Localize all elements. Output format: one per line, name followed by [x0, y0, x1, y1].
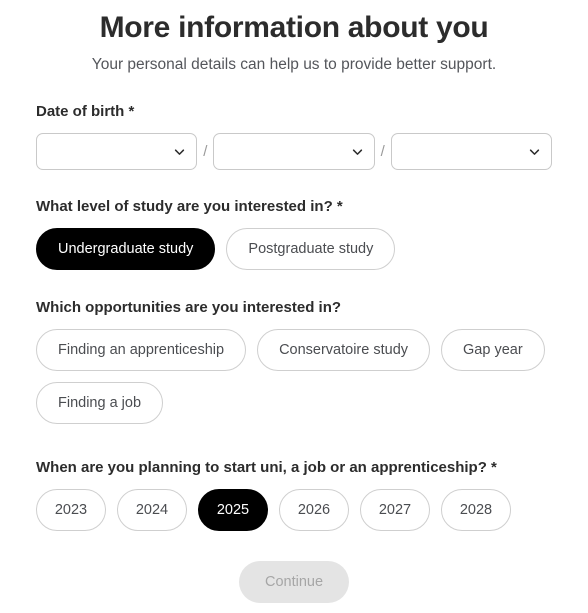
dob-month-select[interactable]	[213, 133, 375, 170]
level-of-study-options: Undergraduate study Postgraduate study	[36, 228, 552, 270]
start-year-field: When are you planning to start uni, a jo…	[36, 458, 552, 531]
dob-year-select[interactable]	[390, 133, 552, 170]
opportunities-field: Which opportunities are you interested i…	[36, 298, 552, 424]
date-of-birth-field: Date of birth * / /	[36, 102, 552, 170]
level-of-study-option-postgraduate[interactable]: Postgraduate study	[226, 228, 396, 270]
start-year-label: When are you planning to start uni, a jo…	[36, 459, 497, 476]
date-of-birth-label: Date of birth *	[36, 103, 135, 120]
continue-button[interactable]: Continue	[238, 561, 350, 603]
opportunities-option-conservatoire[interactable]: Conservatoire study	[257, 329, 431, 371]
page-subtitle: Your personal details can help us to pro…	[91, 56, 497, 73]
opportunities-options: Finding an apprenticeship Conservatoire …	[36, 329, 552, 424]
dob-separator-2: /	[380, 143, 385, 160]
form-footer: Continue	[36, 561, 552, 603]
opportunities-label: Which opportunities are you interested i…	[36, 299, 342, 316]
level-of-study-label: What level of study are you interested i…	[36, 198, 343, 215]
form-body: Date of birth * / / What level of study …	[0, 102, 588, 603]
dob-year-wrapper	[390, 133, 552, 170]
date-of-birth-row: / /	[36, 133, 552, 170]
page-header: More information about you Your personal…	[0, 0, 588, 76]
start-year-option-2027[interactable]: 2027	[360, 489, 430, 531]
opportunities-option-finding-a-job[interactable]: Finding a job	[36, 382, 164, 424]
start-year-option-2023[interactable]: 2023	[36, 489, 106, 531]
start-year-option-2026[interactable]: 2026	[279, 489, 349, 531]
opportunities-option-gap-year[interactable]: Gap year	[441, 329, 545, 371]
level-of-study-option-undergraduate[interactable]: Undergraduate study	[36, 228, 216, 270]
dob-day-select[interactable]	[36, 133, 198, 170]
start-year-option-2024[interactable]: 2024	[117, 489, 187, 531]
opportunities-option-apprenticeship[interactable]: Finding an apprenticeship	[36, 329, 247, 371]
more-information-form-page: More information about you Your personal…	[0, 0, 588, 613]
start-year-options: 2023 2024 2025 2026 2027 2028	[36, 489, 552, 531]
dob-day-wrapper	[36, 133, 198, 170]
start-year-option-2025[interactable]: 2025	[198, 489, 268, 531]
dob-separator-1: /	[203, 143, 208, 160]
level-of-study-field: What level of study are you interested i…	[36, 197, 552, 270]
page-title: More information about you	[99, 11, 489, 44]
start-year-option-2028[interactable]: 2028	[441, 489, 511, 531]
dob-month-wrapper	[213, 133, 375, 170]
